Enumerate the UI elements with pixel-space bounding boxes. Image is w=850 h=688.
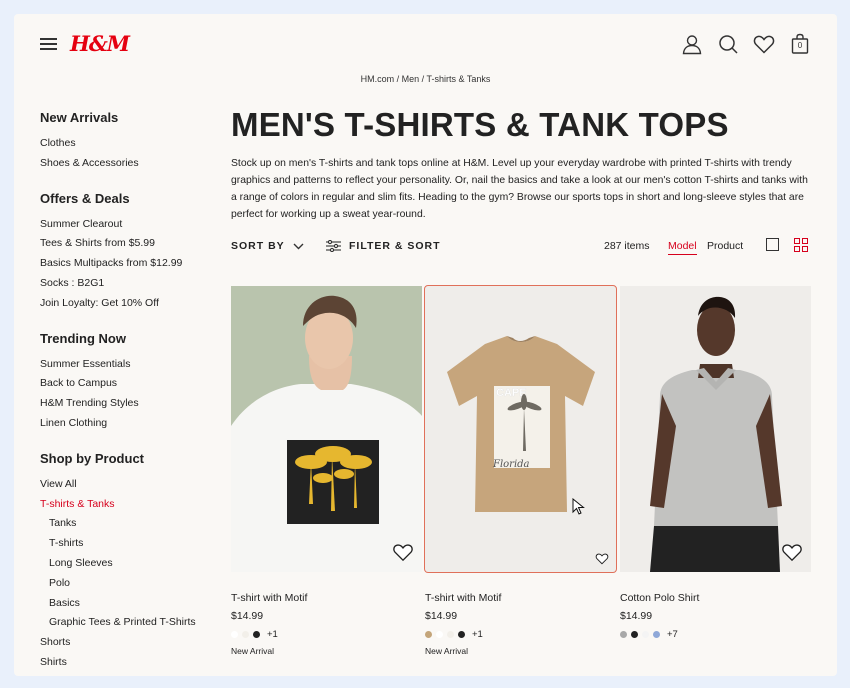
sidebar-group: Shop by Product View All T-shirts & Tanks T… [40,451,220,673]
color-swatch[interactable] [436,630,443,638]
sidebar-item[interactable]: Join Loyalty: Get 10% Off [40,294,220,314]
sidebar-group: Offers & Deals Summer Clearout Tees & Shir… [40,191,220,314]
color-swatches: +7 [620,629,811,640]
sidebar-heading[interactable]: Offers & Deals [40,191,220,206]
sidebar-item[interactable]: T-shirts [40,534,220,554]
product-name[interactable]: T-shirt with Motif [425,592,616,604]
product-price: $14.99 [425,610,458,622]
product-card[interactable]: CAPE Florida T-shirt with Motif $14.99 +… [424,285,617,656]
product-card[interactable]: T-shirt with Motif $14.99 +1 New Arrival [231,286,422,656]
product-name[interactable]: T-shirt with Motif [231,592,422,604]
more-colors-count[interactable]: +1 [472,629,483,640]
sidebar-item[interactable]: Socks : B2G1 [40,274,220,294]
category-description: Stock up on men's T-shirts and tank tops… [231,158,808,220]
chevron-down-icon [293,243,304,249]
filter-sort-label: FILTER & SORT [349,240,441,252]
color-swatch[interactable] [231,630,238,638]
add-to-favorites-icon[interactable] [392,542,414,562]
add-to-favorites-icon[interactable] [595,552,609,565]
color-swatch[interactable] [447,630,454,638]
sidebar-nav: New Arrivals Clothes Shoes & Accessories Of… [40,110,220,676]
breadcrumb[interactable]: HM.com / Men / T-shirts & Tanks [14,74,837,84]
product-price: $14.99 [231,610,264,622]
color-swatch[interactable] [642,630,649,638]
item-count: 287 items [604,240,650,252]
color-swatch[interactable] [458,630,465,638]
sidebar-item[interactable]: View All [40,475,220,495]
product-toolbar: SORT BY FILTER & SORT 287 items Model Pr… [231,238,811,260]
shirt-script-text: Florida [492,459,530,470]
color-swatch[interactable] [253,630,260,638]
view-model-tab[interactable]: Model [668,240,697,255]
sidebar-item[interactable]: Back to Campus [40,374,220,394]
logo[interactable]: H&M [70,31,130,56]
sidebar-group: New Arrivals Clothes Shoes & Accessories [40,110,220,174]
sidebar-item[interactable]: Tees & Shirts from $5.99 [40,234,220,254]
page: H&M 0 HM.com / Men / T-shirts & Tanks Ne… [14,14,837,676]
cart-count: 0 [797,41,803,50]
sidebar-item[interactable]: Basics Multipacks from $12.99 [40,254,220,274]
sidebar-item[interactable]: Polo [40,574,220,594]
sidebar-item[interactable]: Linen Clothing [40,414,220,434]
color-swatches: +1 [231,629,422,640]
menu-icon[interactable] [40,38,57,50]
mouse-pointer-icon [572,498,585,515]
filter-sliders-icon [326,240,341,252]
sidebar-item[interactable]: Clothes [40,134,220,154]
color-swatch[interactable] [620,630,627,638]
product-image[interactable]: CAPE Florida [424,285,617,573]
shopping-bag-icon[interactable]: 0 [788,32,812,56]
product-price: $14.99 [620,610,653,622]
new-arrival-badge: New Arrival [231,646,274,656]
sidebar-item[interactable]: Shirts [40,653,220,673]
sidebar-item[interactable]: Tanks [40,514,220,534]
add-to-favorites-icon[interactable] [781,542,803,562]
sort-by-label: SORT BY [231,240,285,252]
single-column-view-icon[interactable] [766,238,779,251]
sort-by-button[interactable]: SORT BY [231,240,304,252]
product-card[interactable]: Cotton Polo Shirt $14.99 +7 [620,286,811,646]
sidebar-item[interactable]: Basics [40,594,220,614]
color-swatch[interactable] [242,630,249,638]
color-swatch[interactable] [425,630,432,638]
sidebar-item[interactable]: Shoes & Accessories [40,154,220,174]
color-swatch[interactable] [631,630,638,638]
sidebar-item[interactable]: Summer Clearout [40,215,220,235]
color-swatches: +1 [425,629,616,640]
product-name[interactable]: Cotton Polo Shirt [620,592,811,604]
color-swatch[interactable] [653,630,660,638]
more-colors-count[interactable]: +7 [667,629,678,640]
new-arrival-badge: New Arrival [425,646,468,656]
grid-view-icon[interactable] [794,238,808,252]
sidebar-item[interactable]: Shorts [40,633,220,653]
sidebar-item[interactable]: H&M Trending Styles [40,394,220,414]
main-content: MEN'S T-SHIRTS & TANK TOPS Stock up on m… [231,106,811,223]
account-icon[interactable] [680,32,704,56]
search-icon[interactable] [716,32,740,56]
sidebar-item[interactable]: Long Sleeves [40,554,220,574]
filter-sort-button[interactable]: FILTER & SORT [326,240,441,252]
more-colors-count[interactable]: +1 [267,629,278,640]
product-image[interactable] [231,286,422,572]
product-image[interactable] [620,286,811,572]
sidebar-heading[interactable]: Trending Now [40,331,220,346]
page-title: MEN'S T-SHIRTS & TANK TOPS [231,106,729,143]
sidebar-item[interactable]: Graphic Tees & Printed T-Shirts [40,613,220,633]
sidebar-item[interactable]: Summer Essentials [40,355,220,375]
favorites-icon[interactable] [752,32,776,56]
sidebar-group: Trending Now Summer Essentials Back to Cam… [40,331,220,434]
view-product-tab[interactable]: Product [707,240,743,252]
sidebar-heading[interactable]: Shop by Product [40,451,220,466]
sidebar-item[interactable]: T-shirts & Tanks [40,495,220,515]
sidebar-heading[interactable]: New Arrivals [40,110,220,125]
